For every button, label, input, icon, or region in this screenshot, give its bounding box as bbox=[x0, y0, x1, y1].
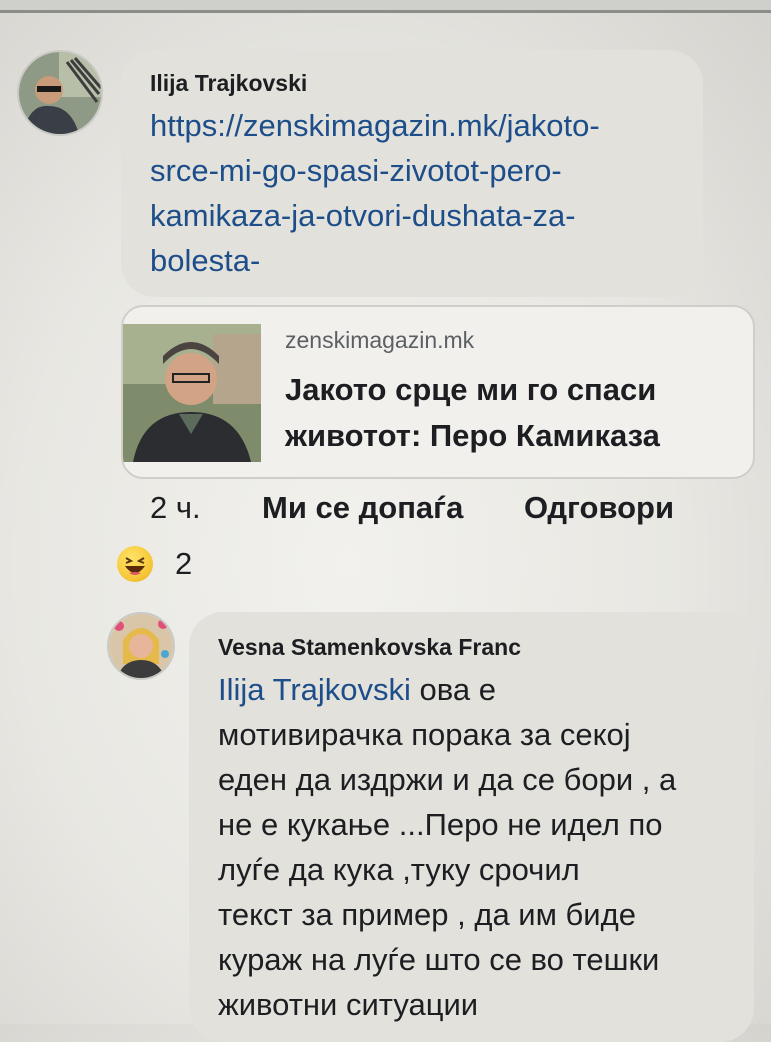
reaction-count[interactable]: 2 bbox=[175, 546, 192, 582]
preview-title-line: животот: Перо Камиказа bbox=[285, 418, 660, 453]
avatar-photo-icon bbox=[109, 614, 173, 678]
comment-author[interactable]: Vesna Stamenkovska Franc bbox=[218, 634, 521, 661]
avatar-photo-icon bbox=[19, 52, 101, 134]
text-line: еден да издржи и да се бори , а bbox=[218, 762, 677, 797]
preview-domain: zenskimagazin.mk bbox=[285, 327, 475, 353]
link-preview-card[interactable]: zenskimagazin.mk Јакото срце ми го спаси… bbox=[121, 305, 755, 479]
link-line[interactable]: kamikaza-ja-otvori-dushata-za- bbox=[150, 198, 576, 233]
comment-author[interactable]: Ilija Trajkovski bbox=[150, 70, 307, 97]
preview-title-line: Јакото срце ми го спаси bbox=[285, 372, 657, 407]
like-button[interactable]: Ми се допаѓа bbox=[262, 490, 463, 526]
text-line: мотивирачка порака за секој bbox=[218, 717, 631, 752]
preview-thumbnail bbox=[123, 324, 261, 462]
text-line: не е кукање ...Перо не идел по bbox=[218, 807, 663, 842]
text-line: ова е bbox=[410, 672, 497, 707]
top-divider bbox=[0, 0, 771, 13]
mention-link[interactable]: Ilija Trajkovski bbox=[218, 672, 411, 707]
link-line[interactable]: srce-mi-go-spasi-zivotot-pero- bbox=[150, 153, 562, 188]
text-line: луѓе да кука ,туку срочил bbox=[218, 852, 580, 887]
person-photo-icon bbox=[123, 324, 261, 462]
text-line: животни ситуации bbox=[218, 987, 479, 1022]
text-line: кураж на луѓе што се во тешки bbox=[218, 942, 660, 977]
comment-text: Ilija Trajkovski ова е мотивирачка порак… bbox=[218, 667, 738, 1027]
link-line[interactable]: bolesta- bbox=[150, 243, 260, 278]
text-line: текст за пример , да им биде bbox=[218, 897, 636, 932]
avatar-vesna[interactable] bbox=[107, 612, 175, 680]
laughing-emoji-icon[interactable] bbox=[117, 546, 153, 582]
comment-link[interactable]: https://zenskimagazin.mk/jakoto- srce-mi… bbox=[150, 103, 690, 283]
reply-button[interactable]: Одговори bbox=[524, 490, 674, 526]
comment-timestamp[interactable]: 2 ч. bbox=[150, 490, 201, 526]
laughing-emoji-face-icon bbox=[125, 557, 145, 575]
avatar-ilija[interactable] bbox=[17, 50, 103, 136]
link-line[interactable]: https://zenskimagazin.mk/jakoto- bbox=[150, 108, 600, 143]
preview-title[interactable]: Јакото срце ми го спаси животот: Перо Ка… bbox=[285, 367, 745, 459]
